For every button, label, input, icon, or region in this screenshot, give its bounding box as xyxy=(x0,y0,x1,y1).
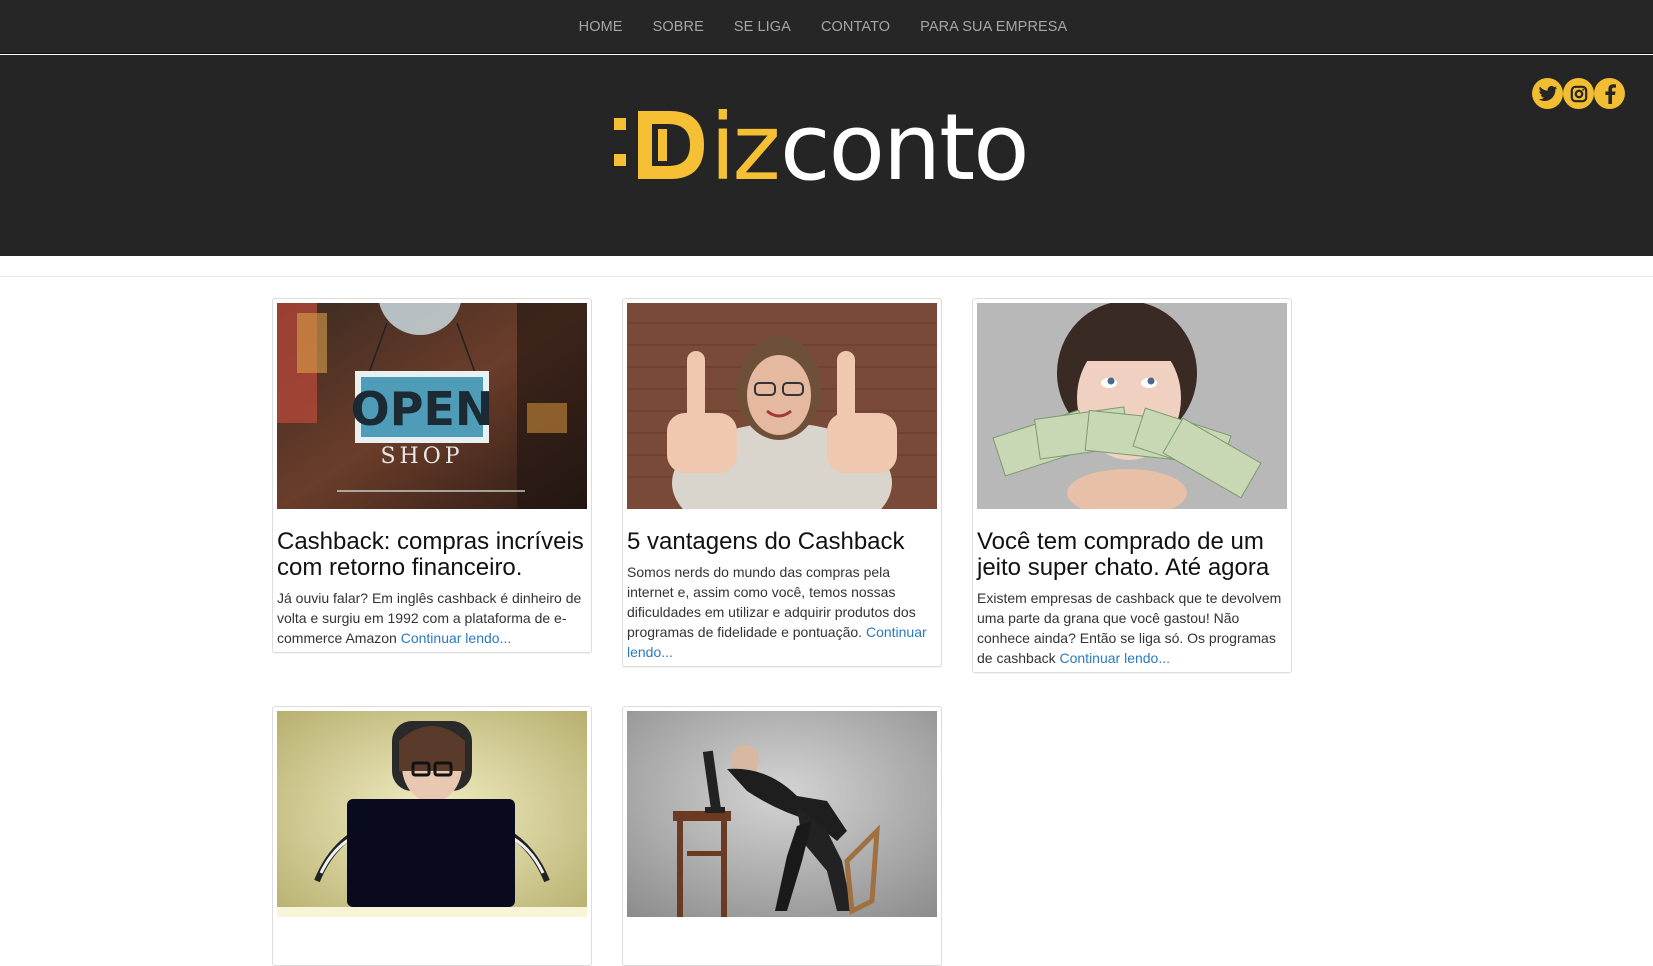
post-card: 5 vantagens do Cashback Somos nerds do m… xyxy=(622,298,942,667)
site-logo[interactable]: iz conto xyxy=(610,91,1060,201)
social-links xyxy=(1532,78,1625,109)
post-card: OPEN SHOP Cashback: compras incríveis co… xyxy=(272,298,592,653)
post-thumbnail[interactable]: OPEN SHOP xyxy=(277,303,587,509)
post-excerpt: Existem empresas de cashback que te devo… xyxy=(977,588,1287,668)
facebook-icon[interactable] xyxy=(1594,78,1625,109)
svg-text:OPEN: OPEN xyxy=(351,382,494,436)
nav-item-para-sua-empresa[interactable]: PARA SUA EMPRESA xyxy=(905,19,1082,35)
post-thumbnail[interactable] xyxy=(977,303,1287,509)
read-more-link[interactable]: Continuar lendo... xyxy=(401,630,512,646)
nav-item-contato[interactable]: CONTATO xyxy=(806,19,905,35)
post-excerpt: Somos nerds do mundo das compras pela in… xyxy=(627,562,937,662)
post-card: Você tem comprado de um jeito super chat… xyxy=(972,298,1292,673)
open-shop-sign-photo: OPEN SHOP xyxy=(277,303,587,509)
post-thumbnail[interactable] xyxy=(277,711,587,917)
post-thumbnail[interactable] xyxy=(627,303,937,509)
post-title[interactable]: Você tem comprado de um jeito super chat… xyxy=(977,529,1287,581)
post-title[interactable]: 5 vantagens do Cashback xyxy=(627,529,937,555)
svg-text:SHOP: SHOP xyxy=(380,444,463,469)
twitter-icon[interactable] xyxy=(1532,78,1563,109)
thumbs-up-woman-photo xyxy=(627,303,937,509)
header-divider xyxy=(0,276,1653,277)
top-navigation: HOME SOBRE SE LIGA CONTATO PARA SUA EMPR… xyxy=(0,0,1653,54)
site-header: iz conto xyxy=(0,55,1653,256)
nav-item-se-liga[interactable]: SE LIGA xyxy=(719,19,806,35)
man-hugging-monitor-photo xyxy=(627,711,937,917)
woman-with-laptop-photo xyxy=(277,711,587,917)
post-card xyxy=(622,706,942,966)
logo-suffix: conto xyxy=(780,94,1028,201)
nav-item-sobre[interactable]: SOBRE xyxy=(638,19,719,35)
nav-item-home[interactable]: HOME xyxy=(564,19,638,35)
instagram-icon[interactable] xyxy=(1563,78,1594,109)
svg-text:iz: iz xyxy=(710,94,778,201)
woman-with-money-photo xyxy=(977,303,1287,509)
nav-menu: HOME SOBRE SE LIGA CONTATO PARA SUA EMPR… xyxy=(564,19,1083,35)
read-more-link[interactable]: Continuar lendo... xyxy=(1060,650,1171,666)
post-excerpt: Já ouviu falar? Em inglês cashback é din… xyxy=(277,588,587,648)
post-title[interactable]: Cashback: compras incríveis com retorno … xyxy=(277,529,587,581)
post-thumbnail[interactable] xyxy=(627,711,937,917)
post-card xyxy=(272,706,592,966)
